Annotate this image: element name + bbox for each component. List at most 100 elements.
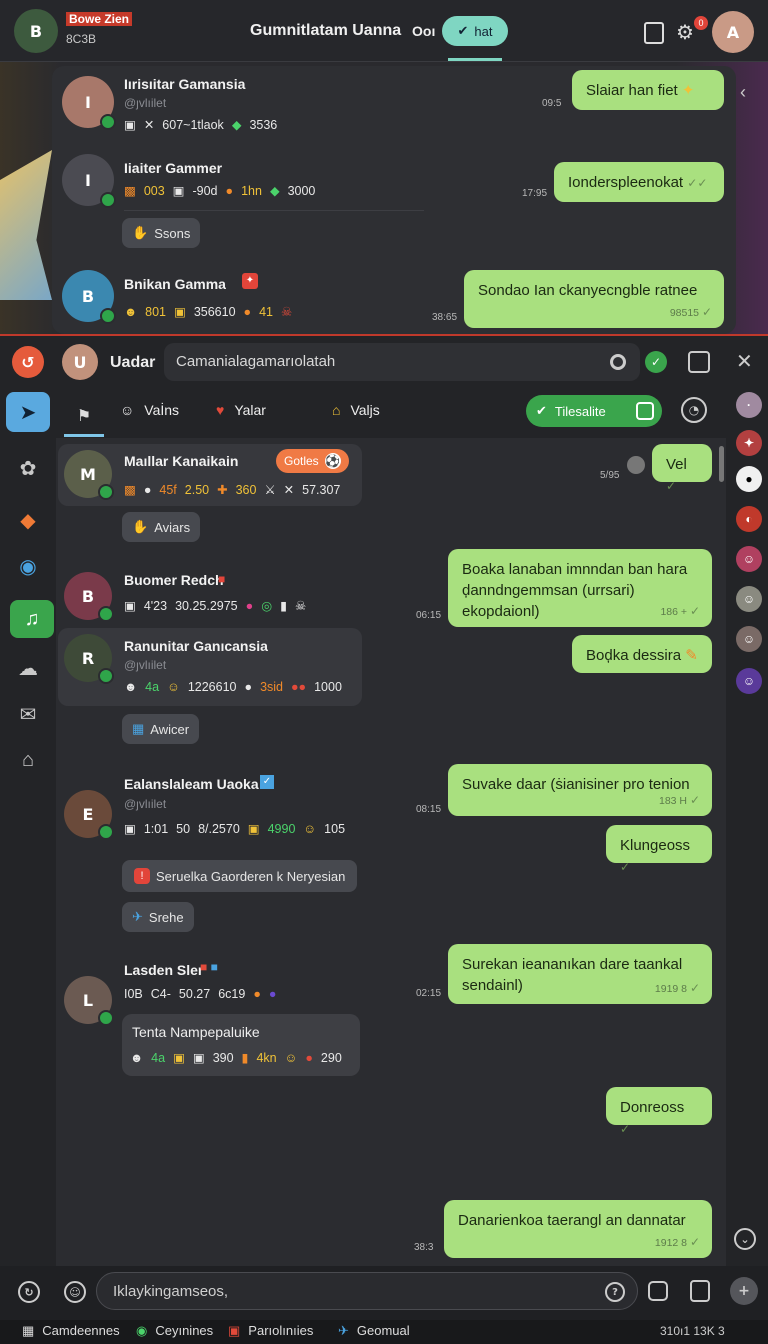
message-time: 38:3	[414, 1242, 434, 1253]
app-logo[interactable]: ↺	[12, 346, 44, 378]
message-bubble[interactable]: Slaiar han fiet ✦	[572, 70, 724, 110]
camera-icon[interactable]	[648, 1281, 668, 1301]
message-bubble[interactable]: Surekan ieananıkan dare taankal sendainl…	[448, 944, 712, 1004]
verified-icon[interactable]: ✓	[645, 351, 667, 373]
sidebar-home-icon[interactable]: ➤	[6, 392, 50, 432]
box-icon: ▣	[124, 822, 136, 836]
message-bubble[interactable]: Suvake daar (ṡianisiner pro tenion 183 H …	[448, 764, 712, 816]
sidebar-puzzle-icon[interactable]: ✿	[6, 448, 50, 488]
hat-toggle[interactable]: ✔ hat	[442, 16, 508, 46]
contact-name[interactable]: Iırisıitar Gamansia	[124, 76, 245, 92]
chip[interactable]: ▦ Awicer	[122, 714, 200, 744]
gear-icon[interactable]: ⚙	[676, 20, 694, 45]
contact-name[interactable]: Buomer Redch	[124, 572, 224, 588]
contact-name[interactable]: Ranunitar Ganıcansia	[124, 638, 268, 654]
chevron-left-icon[interactable]: ‹	[740, 82, 746, 103]
tag-badge[interactable]: Gotles ⚽	[276, 449, 349, 473]
message-bubble[interactable]: Donreoss ✓	[606, 1087, 712, 1136]
send-icon[interactable]: +	[730, 1277, 758, 1305]
search-input[interactable]: Camanialagamarıolatah	[176, 353, 335, 370]
message-bubble[interactable]: Iondersplеenokat ✓✓	[554, 162, 724, 202]
bird-icon: ✈	[132, 909, 143, 924]
chip[interactable]: ✈ Srehe	[122, 902, 194, 932]
coin-icon: ✚	[217, 483, 228, 497]
tab-1[interactable]: ☺ Vaİns	[120, 402, 179, 418]
message-time: 5/95	[600, 470, 620, 481]
footer-item-4[interactable]: ✈ Geomual	[338, 1323, 410, 1339]
tab-home[interactable]: ⚑	[64, 398, 104, 434]
chip[interactable]: ✋ Aviars	[122, 512, 201, 542]
avatar[interactable]: I	[62, 154, 116, 208]
avatar-mini-icon	[627, 456, 645, 474]
tab-2[interactable]: ♥ Yalar	[216, 402, 266, 418]
message-bubble[interactable]: Boḑka dessira ✎	[572, 635, 712, 673]
hand-icon: ✋	[132, 225, 149, 240]
coin-icon: ✦	[681, 82, 695, 99]
info-icon[interactable]: ?	[605, 1282, 625, 1302]
footer-item-2[interactable]: ◉ Ceyınines	[136, 1323, 213, 1339]
contact-name[interactable]: Lasden Sler	[124, 962, 203, 978]
tablet-icon[interactable]	[644, 22, 664, 44]
window-icon[interactable]	[688, 351, 710, 373]
gem-icon: ◆	[231, 118, 242, 132]
avatar[interactable]: B	[64, 572, 114, 622]
avatar[interactable]: E	[64, 790, 114, 840]
sidebar-timer-icon[interactable]: ◉	[6, 546, 50, 586]
scroll-down-icon[interactable]: ⌄	[734, 1228, 756, 1250]
contact-name[interactable]: Maıllar Kanaikain	[124, 453, 238, 469]
footer-item-1[interactable]: ▦ Camdeennes	[22, 1323, 120, 1339]
user-avatar[interactable]: B	[14, 9, 58, 53]
avatar[interactable]: U	[62, 344, 98, 380]
avatar[interactable]: I	[62, 76, 116, 130]
avatar[interactable]: L	[64, 976, 114, 1026]
scrollbar[interactable]	[719, 446, 724, 482]
sidebar-music-icon[interactable]: ♫	[10, 600, 54, 638]
read-check-icon: ✓	[689, 604, 700, 618]
profile-avatar[interactable]: A	[712, 11, 754, 53]
box-icon: ▣	[124, 118, 136, 132]
rail-avatar[interactable]: ☺	[736, 626, 762, 652]
message-bubble[interactable]: Boaka lanaban imnndan ban hara ḑanndngem…	[448, 549, 712, 627]
chip[interactable]: ✋ Ssons	[122, 218, 201, 248]
rail-avatar[interactable]: ·	[736, 392, 762, 418]
contact-name[interactable]: Ealanslaleam Uaoka	[124, 776, 259, 792]
toggle-button[interactable]: ✔ Tilesalite	[526, 395, 662, 427]
sidebar-card-icon[interactable]: ◆	[6, 500, 50, 540]
message-bubble[interactable]: Vel ✓	[652, 444, 712, 493]
message-bubble[interactable]: Sondao Ian ckanyecngble ratnee 98515 ✓	[464, 270, 724, 328]
avatar[interactable]: R	[64, 634, 114, 684]
message-bubble[interactable]: Danarienkoa taerangl an dannatar 1912 8 ✓	[444, 1200, 712, 1258]
footer-status: 310ı1 13K 3	[660, 1324, 725, 1338]
rail-avatar[interactable]: ◐	[736, 506, 762, 532]
face-icon: ☻	[124, 304, 138, 319]
hand-icon: ✋	[132, 519, 149, 534]
search-box[interactable]: Camanialagamarıolatah	[164, 343, 640, 381]
rail-avatar[interactable]: ☺	[736, 668, 762, 694]
avatar[interactable]: B	[62, 270, 116, 324]
rail-avatar[interactable]: ☺	[736, 586, 762, 612]
emoji-icon[interactable]: ☺	[64, 1281, 86, 1303]
close-icon[interactable]: ✕	[736, 349, 753, 374]
ball-icon: ⚽	[324, 453, 341, 469]
tab-3[interactable]: ⌂ Valjs	[332, 402, 380, 418]
rail-avatar[interactable]: ☺	[736, 546, 762, 572]
avatar[interactable]: M	[64, 450, 114, 500]
message-bubble[interactable]: Klungeoss ✓	[606, 825, 712, 874]
clock-icon[interactable]: ◔	[681, 397, 707, 423]
message-input-box[interactable]: Iklaykingamseos, ?	[96, 1272, 638, 1310]
footer-item-3[interactable]: ▣ Parıolınıies	[228, 1323, 313, 1339]
runner-icon: ⚔	[264, 483, 276, 497]
rail-avatar[interactable]: ✦	[736, 430, 762, 456]
rail-avatar[interactable]: ●	[736, 466, 762, 492]
chip[interactable]: ! Seruelka Gaorderen k Neryesian	[122, 860, 358, 892]
attach-icon[interactable]	[690, 1280, 710, 1302]
sidebar-bookmark-icon[interactable]: ⌂	[6, 740, 50, 780]
sidebar-cloud-icon[interactable]: ☁	[6, 648, 50, 688]
message-input[interactable]: Iklaykingamseos,	[113, 1283, 228, 1300]
contact-divider	[124, 210, 424, 211]
record-icon[interactable]	[610, 354, 626, 370]
contact-name[interactable]: Iiaiter Gammer	[124, 160, 222, 176]
refresh-icon[interactable]: ↻	[18, 1281, 40, 1303]
contact-name[interactable]: Bnikan Gamma	[124, 276, 226, 292]
sidebar-mail-icon[interactable]: ✉	[6, 694, 50, 734]
